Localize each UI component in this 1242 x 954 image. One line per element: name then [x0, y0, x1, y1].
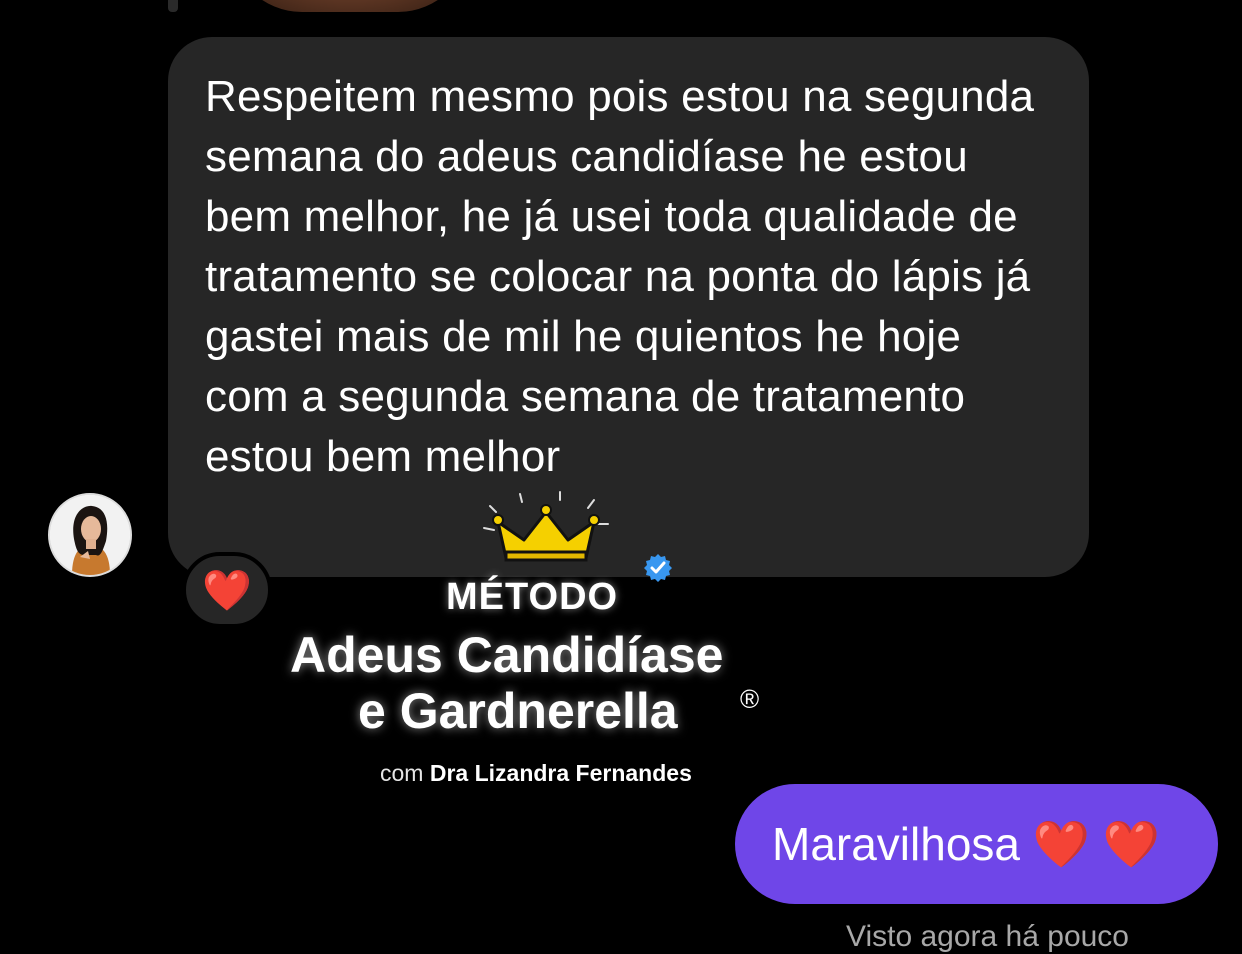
watermark-title-line2: e Gardnerella	[358, 683, 678, 739]
outgoing-message-bubble[interactable]: Maravilhosa ❤️ ❤️	[735, 784, 1218, 904]
outgoing-message-text: Maravilhosa ❤️ ❤️	[772, 817, 1161, 870]
previous-media-thumbnail[interactable]	[230, 0, 470, 12]
avatar-image	[50, 495, 130, 575]
registered-mark: ®	[740, 684, 760, 714]
thread-line	[168, 0, 178, 12]
watermark-label: MÉTODO	[446, 576, 619, 618]
watermark-author: com Dra Lizandra Fernandes	[380, 760, 692, 787]
author-name: Dra Lizandra Fernandes	[429, 760, 692, 786]
watermark-title-line1: Adeus Candidíase	[290, 627, 724, 683]
seen-status: Visto agora há pouco	[846, 920, 1129, 953]
verified-badge-icon	[644, 554, 672, 582]
avatar[interactable]	[48, 493, 132, 577]
heart-reaction-icon: ❤️	[202, 568, 252, 613]
brand-watermark: MÉTODO Adeus Candidíase e Gardnerella ® …	[280, 478, 800, 798]
incoming-message-text: Respeitem mesmo pois estou na segunda se…	[205, 72, 1035, 481]
author-prefix: com	[380, 760, 430, 786]
heart-reaction-badge[interactable]: ❤️	[182, 552, 272, 628]
crown-icon	[483, 491, 609, 562]
